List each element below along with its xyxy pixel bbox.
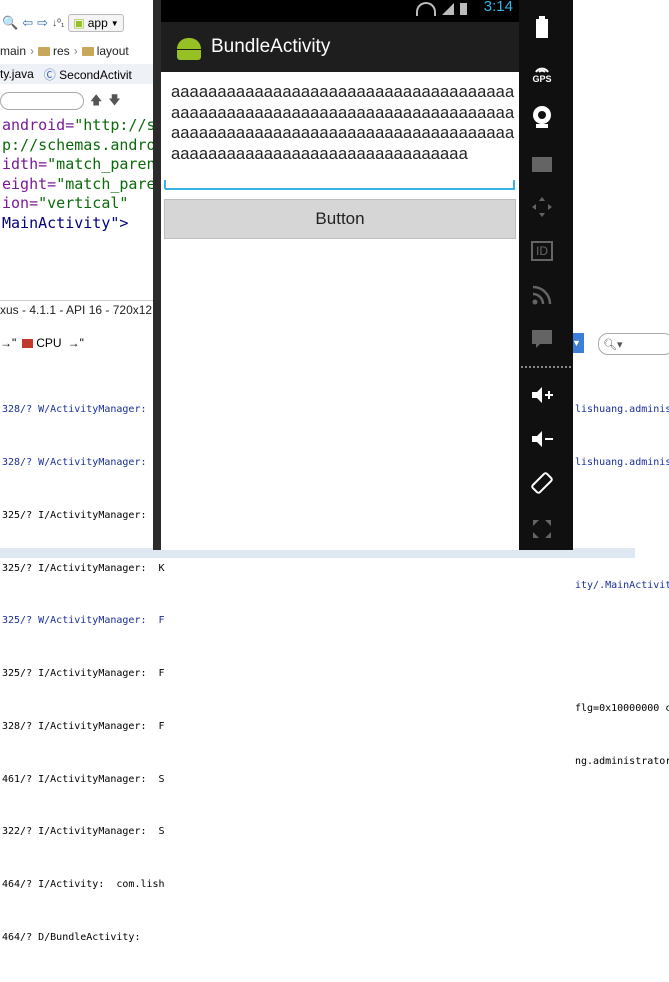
app-title: BundleActivity (211, 36, 331, 57)
code-line: android="http://s (2, 116, 156, 134)
chevron-down-icon: ▼ (110, 18, 119, 28)
breadcrumb-main[interactable]: main (0, 44, 26, 58)
wifi-icon (416, 2, 436, 16)
volume-down-icon[interactable] (529, 426, 555, 452)
log-line: 328/? W/ActivityManager: N (2, 456, 165, 468)
signal-icon (442, 3, 454, 15)
volume-up-icon[interactable] (529, 382, 555, 408)
log-line: 328/? W/ActivityManager: N (2, 404, 165, 416)
breadcrumb-separator-icon: › (73, 44, 78, 58)
action-bar: BundleActivity (161, 22, 519, 72)
log-line: 464/? I/Activity: com.lish (2, 879, 165, 891)
main-button[interactable]: Button (164, 199, 516, 239)
sort-icon[interactable]: ↓⁰₁ (52, 18, 64, 29)
logcat-search-input[interactable]: 🔍︎▾ (598, 333, 669, 355)
sms-control-icon[interactable] (529, 326, 555, 352)
resize-icon[interactable] (529, 516, 555, 542)
chevron-down-icon: ▼ (572, 338, 581, 348)
arrow-up-icon[interactable]: 🡅 (90, 91, 102, 112)
id-control-icon[interactable]: ID (529, 238, 555, 264)
edit-text-field[interactable]: aaaaaaaaaaaaaaaaaaaaaaaaaaaaaaaaaaaaaaaa… (171, 82, 515, 164)
tab-main-activity-java[interactable]: ty.java (0, 67, 34, 81)
log-line: ng.administrator.b (575, 756, 669, 768)
code-line: p://schemas.andro (2, 135, 156, 154)
ide-toolbar: 🔍 ⇦ ⇨ ↓⁰₁ ▣ app ▼ (0, 8, 162, 38)
battery-icon (460, 3, 467, 15)
panel-divider[interactable] (0, 300, 160, 301)
webcam-control-icon[interactable] (529, 104, 555, 130)
tab-second-activity[interactable]: Ⓒ SecondActivit (44, 66, 132, 83)
logcat-output-right: lishuang.administr lishuang.administr it… (575, 366, 669, 806)
code-line: MainActivity"> (2, 213, 129, 232)
logcat-tabs: →" CPU →" (0, 333, 84, 353)
breadcrumb: main › res › layout (0, 40, 129, 62)
folder-icon (81, 46, 94, 56)
code-line: ion="vertical" (2, 194, 129, 212)
screencast-control-icon[interactable] (529, 150, 555, 176)
log-line: 464/? D/BundleActivity: (2, 932, 141, 943)
log-line: 461/? I/ActivityManager: S (2, 773, 165, 785)
code-line: idth="match_paren (2, 155, 156, 173)
battery-control-icon[interactable] (529, 14, 555, 40)
logcat-tab-1[interactable]: →" (0, 336, 16, 350)
android-status-bar: 3:14 (161, 0, 519, 22)
status-time: 3:14 (483, 0, 513, 15)
forward-arrow-icon[interactable]: ⇨ (37, 15, 48, 31)
log-line: 325/? I/ActivityManager: F (2, 509, 165, 521)
arrow-down-icon[interactable]: 🡇 (108, 91, 120, 112)
status-icons (416, 2, 467, 16)
log-line: 325/? I/ActivityManager: F (2, 668, 165, 680)
log-line: 328/? I/ActivityManager: F (2, 720, 165, 732)
log-line: lishuang.administr (575, 404, 669, 416)
breadcrumb-layout[interactable]: layout (81, 44, 129, 58)
run-config-label: app (87, 16, 108, 30)
code-line: eight="match_pare (2, 174, 156, 193)
gps-control-icon[interactable]: GPS (529, 60, 555, 86)
tab-cpu[interactable]: CPU (22, 336, 62, 350)
toolbar-separator (521, 366, 571, 368)
logcat-tab-3[interactable]: →" (68, 336, 84, 350)
structure-search-input[interactable] (0, 92, 84, 110)
folder-icon (38, 46, 51, 56)
search-icon: 🔍︎▾ (603, 338, 623, 351)
log-line: lishuang.administr (575, 456, 669, 468)
logcat-output[interactable]: 328/? W/ActivityManager: N 328/? W/Activ… (2, 366, 165, 982)
log-line: ity/.MainActivity (575, 580, 669, 592)
android-icon: ▣ (73, 16, 85, 30)
rotate-icon[interactable] (529, 470, 555, 496)
log-line: 325/? W/ActivityManager: F (2, 615, 165, 627)
structure-search-row: 🡅 🡇 (0, 90, 121, 112)
search-icon[interactable]: 🔍 (2, 15, 18, 31)
dpad-control-icon[interactable] (529, 194, 555, 220)
log-line: 322/? I/ActivityManager: S (2, 826, 165, 838)
log-line: 325/? I/ActivityManager: K (2, 562, 165, 574)
emulator-frame-left (153, 0, 161, 550)
log-line: flg=0x10000000 cm (575, 703, 669, 715)
edit-text-underline-right (513, 180, 515, 189)
breadcrumb-separator-icon: › (30, 44, 35, 58)
rss-control-icon[interactable] (529, 282, 555, 308)
back-arrow-icon[interactable]: ⇦ (22, 15, 33, 31)
cpu-icon (22, 338, 34, 348)
gps-label: GPS (532, 74, 552, 84)
class-icon: Ⓒ (43, 67, 56, 82)
breadcrumb-res[interactable]: res (38, 44, 70, 58)
android-app-icon (175, 34, 203, 60)
xml-editor[interactable]: android="http://s p://schemas.andro idth="… (2, 116, 156, 233)
edit-text-underline (165, 188, 515, 190)
device-label: xus - 4.1.1 - API 16 - 720x12 (0, 303, 153, 317)
editor-tabs: ty.java Ⓒ SecondActivit (0, 64, 160, 84)
run-config-select[interactable]: ▣ app ▼ (68, 14, 124, 32)
